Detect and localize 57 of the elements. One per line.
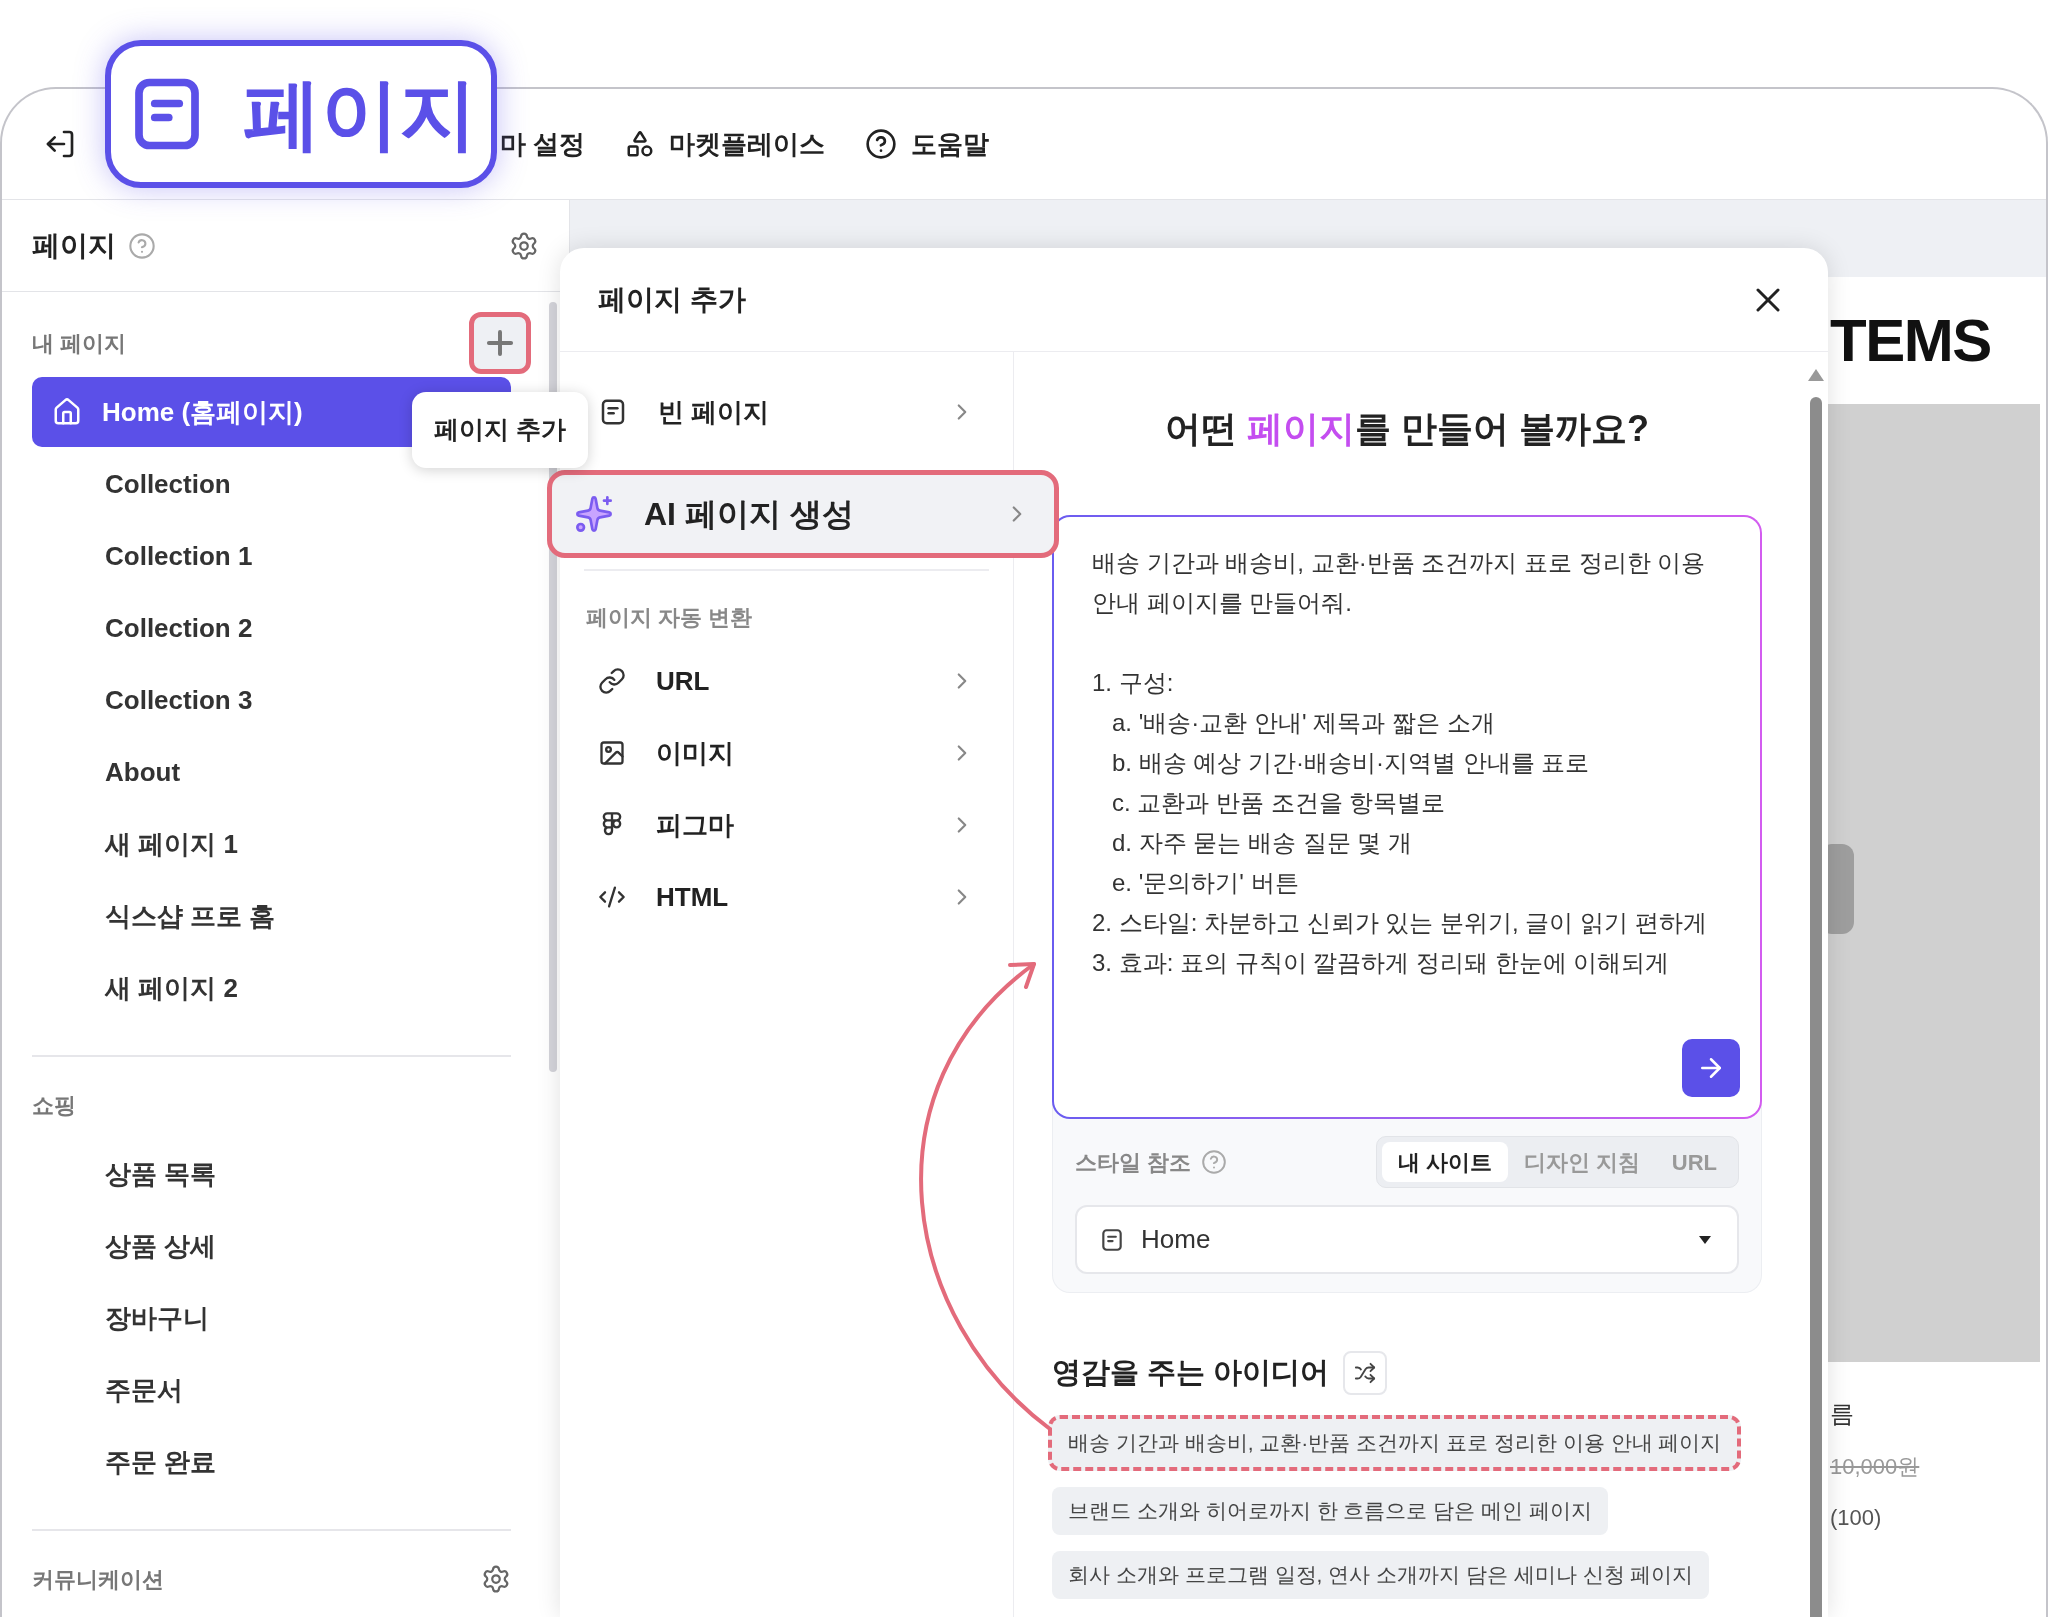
settings-icon[interactable] [481,1564,511,1594]
shuffle-button[interactable] [1343,1351,1388,1395]
sparkles-icon [574,494,614,534]
sidebar-item[interactable]: 새 페이지 1 [32,808,511,880]
scroll-up-icon[interactable] [1808,369,1824,381]
sidebar-item[interactable]: 장바구니 [32,1282,511,1354]
add-page-button[interactable] [469,312,531,374]
section-title: 내 페이지 [32,329,127,358]
tooltip: 페이지 추가 [412,392,588,468]
idea-chip[interactable]: 회사 소개와 프로그램 일정, 연사 소개까지 담은 세미나 신청 페이지 [1052,1551,1710,1599]
settings-icon[interactable] [509,230,539,261]
page-heading: TEMS [1830,305,1991,376]
product-name: 름 [1830,1399,1855,1429]
page-icon [1099,1226,1125,1253]
section-title: 쇼핑 [32,1091,76,1120]
sidebar-item[interactable]: 식스샵 프로 홈 [32,880,511,952]
dialog-heading: 어떤 페이지를 만들어 볼까요? [1164,407,1650,451]
section-title: 커뮤니케이션 [32,1565,164,1594]
sidebar-item[interactable]: 새 페이지 2 [32,952,511,1024]
sidebar-item[interactable]: Collection 2 [32,592,511,664]
idea-chip[interactable]: 브랜드 소개와 히어로까지 한 흐름으로 담은 메인 페이지 [1052,1487,1608,1535]
home-icon [52,397,82,427]
dialog-title: 페이지 추가 [598,282,746,317]
exit-icon[interactable] [44,128,76,160]
section-title: 페이지 자동 변환 [586,603,753,632]
toolbar-button[interactable]: 도움말 [865,124,990,164]
sidebar-item[interactable]: Collection 1 [32,520,511,592]
send-button[interactable] [1682,1039,1740,1097]
product-rating: (100) [1830,1504,1883,1532]
menu-item[interactable]: 이미지 [584,717,989,789]
shuffle-icon [1354,1362,1377,1384]
sidebar-item[interactable]: Collection 3 [32,664,511,736]
image-icon [598,739,626,767]
sidebar-item[interactable]: 상품 목록 [32,1138,511,1210]
link-icon [598,667,626,695]
tab[interactable]: 내 사이트 [1381,1142,1508,1182]
page-select[interactable]: Home [1075,1205,1739,1274]
menu-item[interactable]: HTML [584,861,989,933]
sidebar-title: 페이지 [32,228,116,263]
product-price: 10,000원 [1830,1453,1921,1481]
ideas-title: 영감을 주는 아이디어 [1052,1355,1330,1391]
caret-icon [1699,1235,1711,1244]
menu-item[interactable]: URL [584,645,989,717]
sidebar-item[interactable]: About [32,736,511,808]
style-reference-label: 스타일 참조 [1075,1148,1192,1177]
help-icon [865,128,898,160]
menu-item[interactable]: AI 페이지 생성 [547,470,1059,558]
idea-chip[interactable]: 배송 기간과 배송비, 교환·반품 조건까지 표로 정리한 이용 안내 페이지 [1048,1415,1742,1471]
sidebar-item[interactable]: 상품 상세 [32,1210,511,1282]
prompt-field[interactable]: 배송 기간과 배송비, 교환·반품 조건까지 표로 정리한 이용 안내 페이지를 만들어줘. 1. 구성: a. '배송·교환 안내' 제목과 짧은 소개 b. 배송 예상 기간·배송비·지역별 안내를 표로 c. 교환과 반품 조건을 항목별로 d. 자주 묻는 배송 질문 몇 개 e. '문의하기' 버튼 2. 스타일: 차분하고 신뢰가 있는 분위기, 글이 읽기 편하게 3. 효과: 표의 규칙이 깔끔하게 정리돼 한눈에 이해되게 [1052,515,1762,1119]
menu-item[interactable]: 피그마 [584,789,989,861]
sidebar-item[interactable]: 주문서 [32,1354,511,1426]
toolbar-button[interactable]: 마켓플레이스 [625,124,826,164]
scrollbar[interactable] [1810,397,1822,1617]
sidebar-item[interactable]: 주문 완료 [32,1426,511,1498]
callout-label: 페이지 [243,68,477,160]
toolbar-button[interactable]: 마 설정 [500,124,586,164]
